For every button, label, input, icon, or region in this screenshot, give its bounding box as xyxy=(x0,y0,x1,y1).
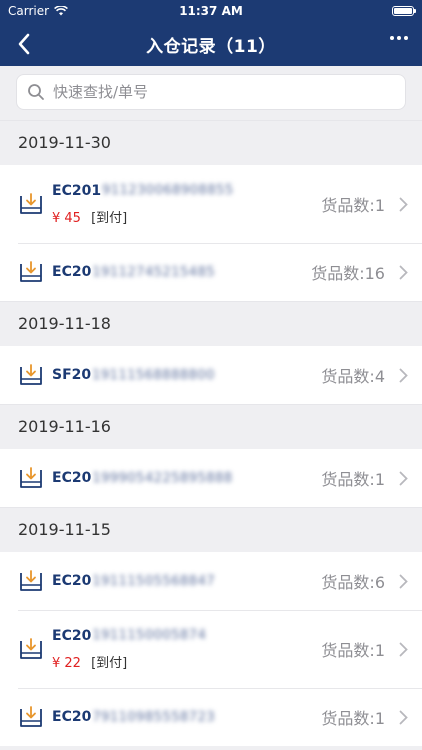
record-group: EC20 1999054225895888 货品数:1 xyxy=(0,449,422,507)
inbound-box-icon xyxy=(20,570,42,591)
page-title: 入仓记录（11） xyxy=(146,36,276,57)
search-icon xyxy=(28,84,44,100)
inbound-box-icon xyxy=(20,706,42,727)
item-count: 货品数:1 xyxy=(321,709,385,728)
record-group: EC201 911230068908855 ¥ 45 [到付] 货品数:1 EC… xyxy=(0,165,422,301)
record-group: SF20 19111568888800 货品数:4 xyxy=(0,346,422,404)
item-count: 货品数:1 xyxy=(321,196,385,215)
more-dot xyxy=(390,36,394,40)
chevron-left-icon xyxy=(18,33,30,55)
more-dot xyxy=(397,36,401,40)
date-header: 2019-11-16 xyxy=(0,404,422,449)
record-row[interactable]: EC20 1999054225895888 货品数:1 xyxy=(0,449,422,507)
record-row[interactable]: EC20 19111505568847 货品数:6 xyxy=(0,552,422,610)
payment-type: [到付] xyxy=(91,655,128,671)
item-count: 货品数:6 xyxy=(321,573,385,592)
record-row[interactable]: EC20 79110985558723 货品数:1 xyxy=(0,688,422,746)
order-number-masked: 19111505568847 xyxy=(92,573,216,589)
order-number-prefix: EC20 xyxy=(52,470,92,486)
item-count: 货品数:16 xyxy=(311,264,385,283)
order-number-masked: 19111568888800 xyxy=(92,367,215,383)
date-header: 2019-11-15 xyxy=(0,507,422,552)
price-value: ¥ 22 xyxy=(52,655,81,671)
date-header: 2019-11-18 xyxy=(0,301,422,346)
inbound-box-icon xyxy=(20,364,42,385)
more-button[interactable] xyxy=(390,36,408,40)
chevron-right-icon xyxy=(399,265,408,279)
order-number-prefix: EC20 xyxy=(52,709,92,725)
order-number-prefix: EC20 xyxy=(52,264,92,280)
record-row[interactable]: EC20 1911150005874 ¥ 22 [到付] 货品数:1 xyxy=(0,610,422,688)
chevron-right-icon xyxy=(399,368,408,382)
order-number-masked: 79110985558723 xyxy=(92,709,216,725)
record-group: EC20 19111505568847 货品数:6 EC20 191115000… xyxy=(0,552,422,746)
more-dot xyxy=(404,36,408,40)
order-number-masked: 1911150005874 xyxy=(92,628,207,643)
date-header: 2019-11-30 xyxy=(0,120,422,165)
nav-bar: 入仓记录（11） xyxy=(0,22,422,66)
order-number-prefix: SF20 xyxy=(52,367,92,383)
order-number-masked: 19112745215485 xyxy=(92,264,216,280)
item-count: 货品数:1 xyxy=(321,641,385,660)
inbound-box-icon xyxy=(20,261,42,282)
order-number-prefix: EC20 xyxy=(52,573,92,589)
top-bar: Carrier 11:37 AM 入仓记录（11） xyxy=(0,0,422,66)
item-count: 货品数:4 xyxy=(321,367,385,386)
status-time: 11:37 AM xyxy=(179,4,243,18)
search-input[interactable] xyxy=(51,82,395,102)
inbound-box-icon xyxy=(20,467,42,488)
search-box[interactable] xyxy=(16,74,406,110)
payment-type: [到付] xyxy=(91,210,128,226)
inbound-box-icon xyxy=(20,638,42,659)
price-value: ¥ 45 xyxy=(52,210,81,226)
order-number-masked: 1999054225895888 xyxy=(92,470,233,486)
chevron-right-icon xyxy=(399,197,408,211)
order-number-prefix: EC201 xyxy=(52,182,102,199)
order-number-prefix: EC20 xyxy=(52,627,92,644)
back-button[interactable] xyxy=(10,30,38,58)
chevron-right-icon xyxy=(399,471,408,485)
chevron-right-icon xyxy=(399,642,408,656)
record-row[interactable]: SF20 19111568888800 货品数:4 xyxy=(0,346,422,404)
chevron-right-icon xyxy=(399,710,408,724)
search-bar xyxy=(0,66,422,120)
item-count: 货品数:1 xyxy=(321,470,385,489)
record-row[interactable]: EC20 19112745215485 货品数:16 xyxy=(0,243,422,301)
inbound-box-icon xyxy=(20,193,42,214)
battery-icon xyxy=(392,6,416,16)
records-list: 2019-11-30 EC201 911230068908855 ¥ 45 [到… xyxy=(0,120,422,746)
chevron-right-icon xyxy=(399,574,408,588)
status-bar: Carrier 11:37 AM xyxy=(0,0,422,22)
order-number-masked: 911230068908855 xyxy=(102,183,234,198)
record-row[interactable]: EC201 911230068908855 ¥ 45 [到付] 货品数:1 xyxy=(0,165,422,243)
